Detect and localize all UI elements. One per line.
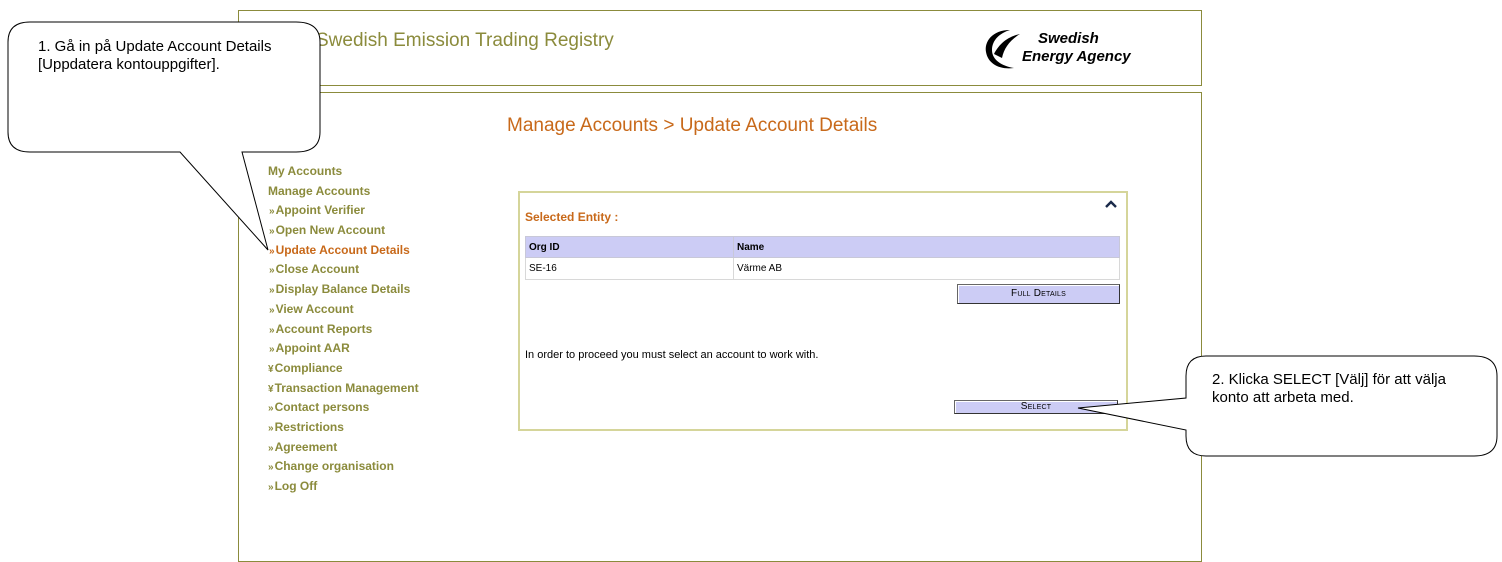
callout-step2-text: 2. Klicka SELECT [Välj] för att välja ko… <box>1212 371 1446 406</box>
callout-step1-text: 1. Gå in på Update Account Details [Uppd… <box>38 38 272 73</box>
callout-shapes <box>7 21 1498 457</box>
